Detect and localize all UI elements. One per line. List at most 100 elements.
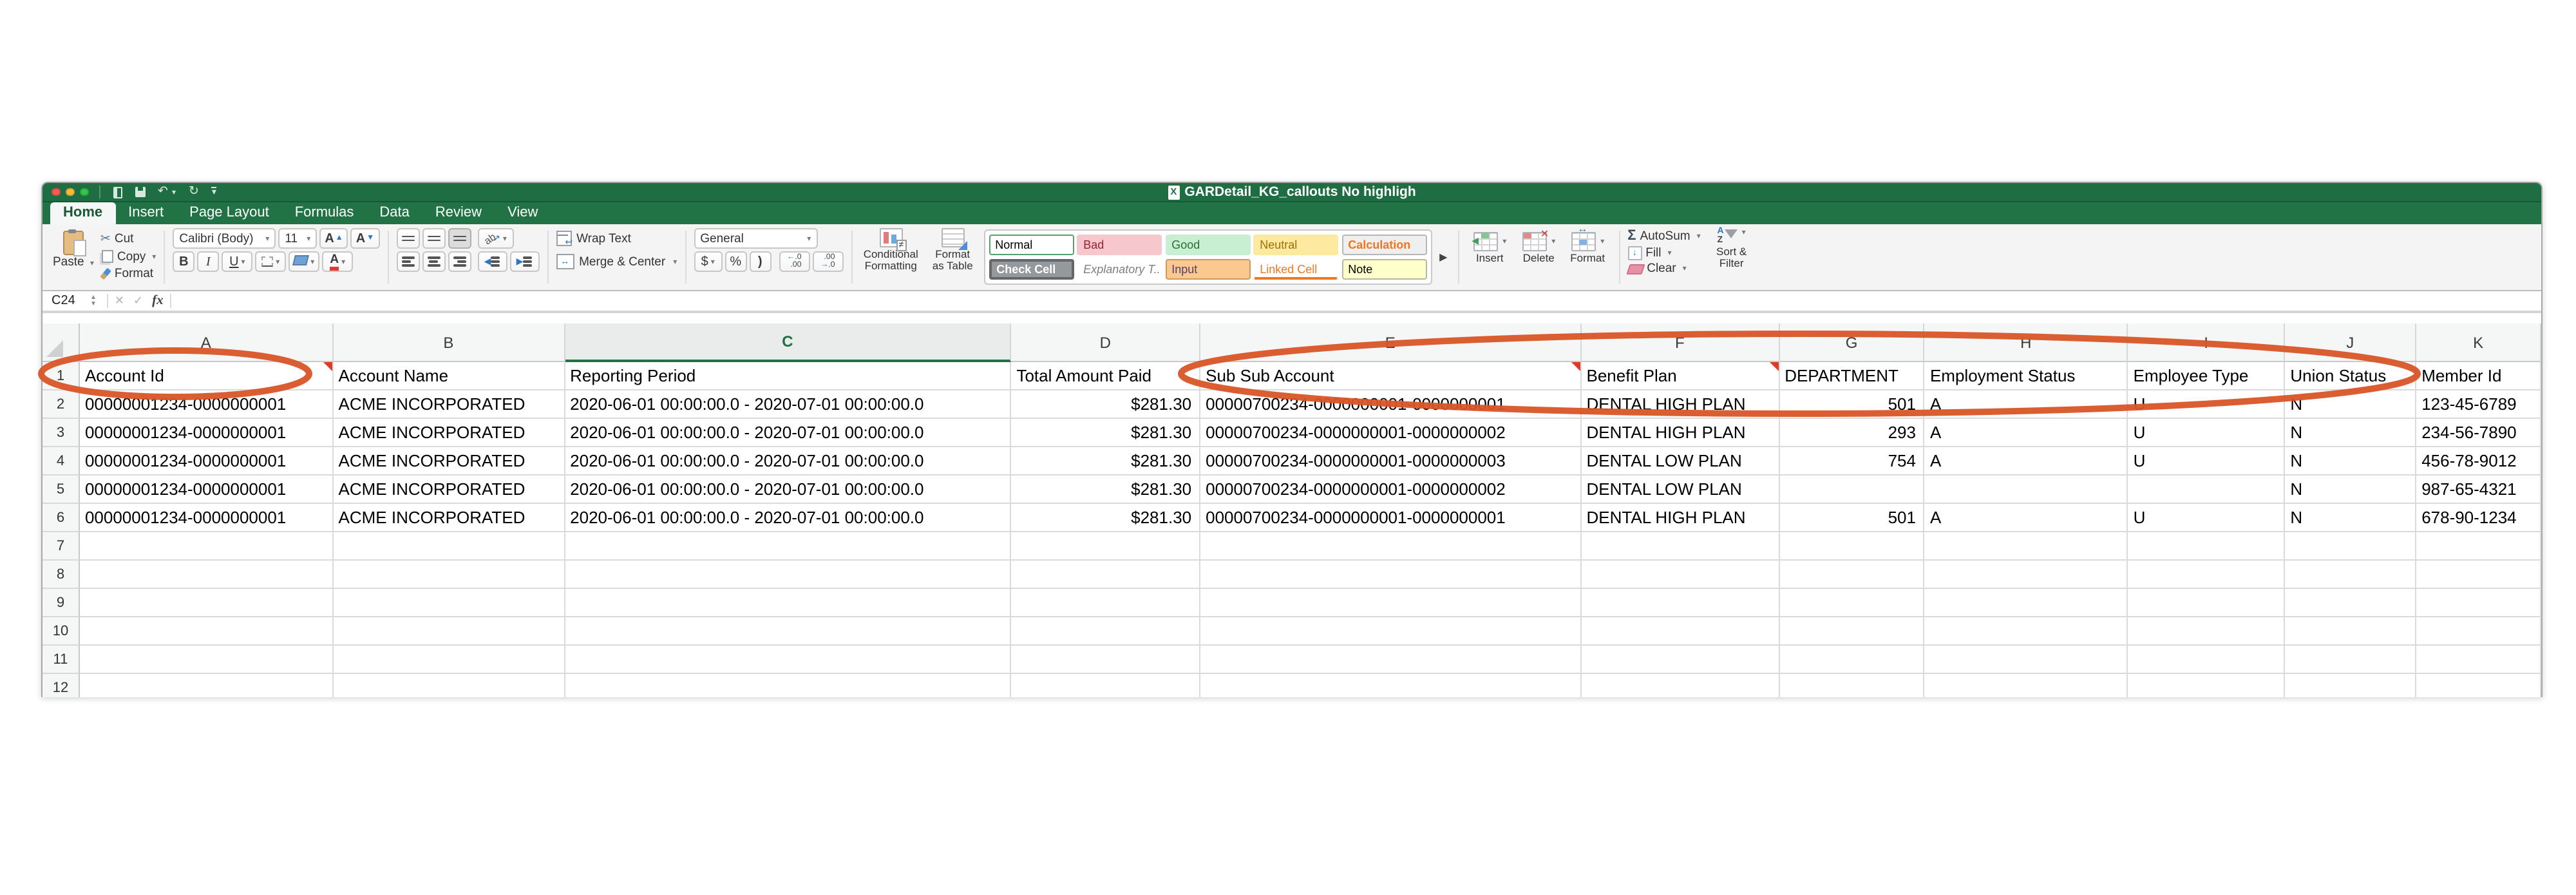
cell[interactable] bbox=[333, 532, 565, 561]
cell-B6[interactable]: ACME INCORPORATED bbox=[333, 504, 565, 532]
cell[interactable] bbox=[1011, 589, 1201, 617]
undo-icon[interactable]: ↶ bbox=[158, 186, 168, 198]
cell-H3[interactable]: A bbox=[1924, 419, 2128, 447]
redo-icon[interactable]: ↻ bbox=[189, 186, 199, 198]
cell-D4[interactable]: $281.30 bbox=[1011, 447, 1201, 476]
cell[interactable] bbox=[1924, 561, 2128, 589]
cell[interactable] bbox=[2285, 561, 2417, 589]
cell[interactable] bbox=[2128, 532, 2286, 561]
cell[interactable] bbox=[1924, 532, 2128, 561]
row-header-1[interactable]: 1 bbox=[43, 362, 80, 390]
cell[interactable] bbox=[333, 646, 565, 674]
cell-F1[interactable]: Benefit Plan bbox=[1581, 362, 1780, 390]
cell[interactable] bbox=[1779, 617, 1925, 646]
increase-font-size-button[interactable]: A ▲ bbox=[319, 228, 348, 249]
cell-E4[interactable]: 00000700234-0000000001-0000000003 bbox=[1200, 447, 1582, 476]
font-name-select[interactable]: Calibri (Body) ▾ bbox=[173, 228, 276, 249]
cell-C1[interactable]: Reporting Period bbox=[565, 362, 1012, 390]
cell[interactable] bbox=[1779, 674, 1925, 697]
cell[interactable] bbox=[1779, 532, 1925, 561]
fill-button[interactable]: ↓ Fill ▾ bbox=[1627, 245, 1700, 260]
cell-J1[interactable]: Union Status bbox=[2285, 362, 2417, 390]
cell[interactable] bbox=[1200, 674, 1582, 697]
align-center-button[interactable] bbox=[422, 251, 446, 272]
row-header-12[interactable]: 12 bbox=[43, 674, 80, 697]
cell-G4[interactable]: 754 bbox=[1779, 447, 1925, 476]
cell[interactable] bbox=[79, 617, 334, 646]
cell-I4[interactable]: U bbox=[2128, 447, 2286, 476]
percent-format-button[interactable]: % bbox=[724, 251, 747, 272]
cell[interactable] bbox=[79, 561, 334, 589]
style-neutral[interactable]: Neutral bbox=[1253, 234, 1339, 256]
cell[interactable] bbox=[2285, 646, 2417, 674]
fill-color-button[interactable]: ▾ bbox=[289, 251, 320, 272]
row-header-11[interactable]: 11 bbox=[43, 646, 80, 674]
cell-G3[interactable]: 293 bbox=[1779, 419, 1925, 447]
format-cells-button[interactable]: ▾ Format bbox=[1564, 223, 1611, 264]
cell-C3[interactable]: 2020-06-01 00:00:00.0 - 2020-07-01 00:00… bbox=[565, 419, 1012, 447]
delete-cells-button[interactable]: ▾ Delete bbox=[1515, 228, 1562, 264]
cell[interactable] bbox=[2416, 646, 2541, 674]
merge-center-button[interactable]: ↔ Merge & Center ▾ bbox=[556, 251, 677, 272]
col-header-B[interactable]: B bbox=[333, 323, 565, 362]
row-header-4[interactable]: 4 bbox=[43, 447, 80, 476]
decrease-indent-button[interactable]: ◀ bbox=[477, 251, 507, 272]
col-header-J[interactable]: J bbox=[2285, 323, 2417, 362]
cell-A1[interactable]: Account Id bbox=[79, 362, 334, 390]
cell[interactable] bbox=[565, 532, 1012, 561]
cell[interactable] bbox=[2128, 646, 2286, 674]
cell-J2[interactable]: N bbox=[2285, 390, 2417, 419]
cell[interactable] bbox=[2128, 589, 2286, 617]
cell-D3[interactable]: $281.30 bbox=[1011, 419, 1201, 447]
font-color-button[interactable]: A ▾ bbox=[322, 251, 354, 272]
name-box[interactable]: C24 bbox=[48, 294, 90, 308]
align-top-button[interactable] bbox=[396, 228, 420, 249]
cell-I1[interactable]: Employee Type bbox=[2128, 362, 2286, 390]
col-header-A[interactable]: A bbox=[79, 323, 334, 362]
cell[interactable] bbox=[1581, 646, 1780, 674]
number-format-select[interactable]: General ▾ bbox=[694, 228, 818, 249]
cell[interactable] bbox=[79, 589, 334, 617]
minimize-button[interactable] bbox=[66, 188, 74, 197]
col-header-C[interactable]: C bbox=[565, 323, 1012, 362]
cell[interactable] bbox=[2416, 589, 2541, 617]
style-good[interactable]: Good bbox=[1165, 234, 1251, 256]
cell-A4[interactable]: 00000001234-0000000001 bbox=[79, 447, 334, 476]
toggle-sidebar-icon[interactable] bbox=[113, 186, 122, 198]
cell[interactable] bbox=[1200, 532, 1582, 561]
paste-button[interactable]: Paste ▾ bbox=[53, 228, 94, 271]
cell-I6[interactable]: U bbox=[2128, 504, 2286, 532]
style-linked-cell[interactable]: Linked Cell bbox=[1253, 259, 1339, 280]
cell-E6[interactable]: 00000700234-0000000001-0000000001 bbox=[1200, 504, 1582, 532]
orientation-button[interactable]: ab ↗ ▾ bbox=[477, 228, 514, 249]
undo-dropdown-icon[interactable]: ▾ bbox=[172, 188, 176, 197]
format-painter-button[interactable]: Format bbox=[100, 267, 156, 281]
cell-E3[interactable]: 00000700234-0000000001-0000000002 bbox=[1200, 419, 1582, 447]
clear-button[interactable]: Clear ▾ bbox=[1625, 262, 1700, 276]
cell[interactable] bbox=[1200, 617, 1582, 646]
row-header-5[interactable]: 5 bbox=[43, 476, 80, 504]
format-as-table-button[interactable]: Format as Table bbox=[927, 228, 978, 286]
cancel-icon[interactable]: ✕ bbox=[115, 294, 124, 308]
cell-K5[interactable]: 987-65-4321 bbox=[2416, 476, 2541, 504]
tab-view[interactable]: View bbox=[495, 202, 551, 224]
cell[interactable] bbox=[2416, 561, 2541, 589]
cell[interactable] bbox=[1924, 617, 2128, 646]
align-middle-button[interactable] bbox=[422, 228, 446, 249]
comma-format-button[interactable]: ) bbox=[749, 251, 772, 272]
row-header-3[interactable]: 3 bbox=[43, 419, 80, 447]
cell[interactable] bbox=[1011, 674, 1201, 697]
tab-page-layout[interactable]: Page Layout bbox=[176, 202, 282, 224]
cell[interactable] bbox=[79, 532, 334, 561]
cell-H2[interactable]: A bbox=[1924, 390, 2128, 419]
borders-button[interactable]: ▾ bbox=[255, 251, 287, 272]
cell-D1[interactable]: Total Amount Paid bbox=[1011, 362, 1201, 390]
cell[interactable] bbox=[2416, 617, 2541, 646]
cell-J4[interactable]: N bbox=[2285, 447, 2417, 476]
conditional-formatting-button[interactable]: Conditional Formatting bbox=[860, 228, 922, 286]
col-header-F[interactable]: F bbox=[1581, 323, 1780, 362]
cell-K3[interactable]: 234-56-7890 bbox=[2416, 419, 2541, 447]
cell[interactable] bbox=[333, 561, 565, 589]
cell-C4[interactable]: 2020-06-01 00:00:00.0 - 2020-07-01 00:00… bbox=[565, 447, 1012, 476]
cell[interactable] bbox=[1581, 532, 1780, 561]
